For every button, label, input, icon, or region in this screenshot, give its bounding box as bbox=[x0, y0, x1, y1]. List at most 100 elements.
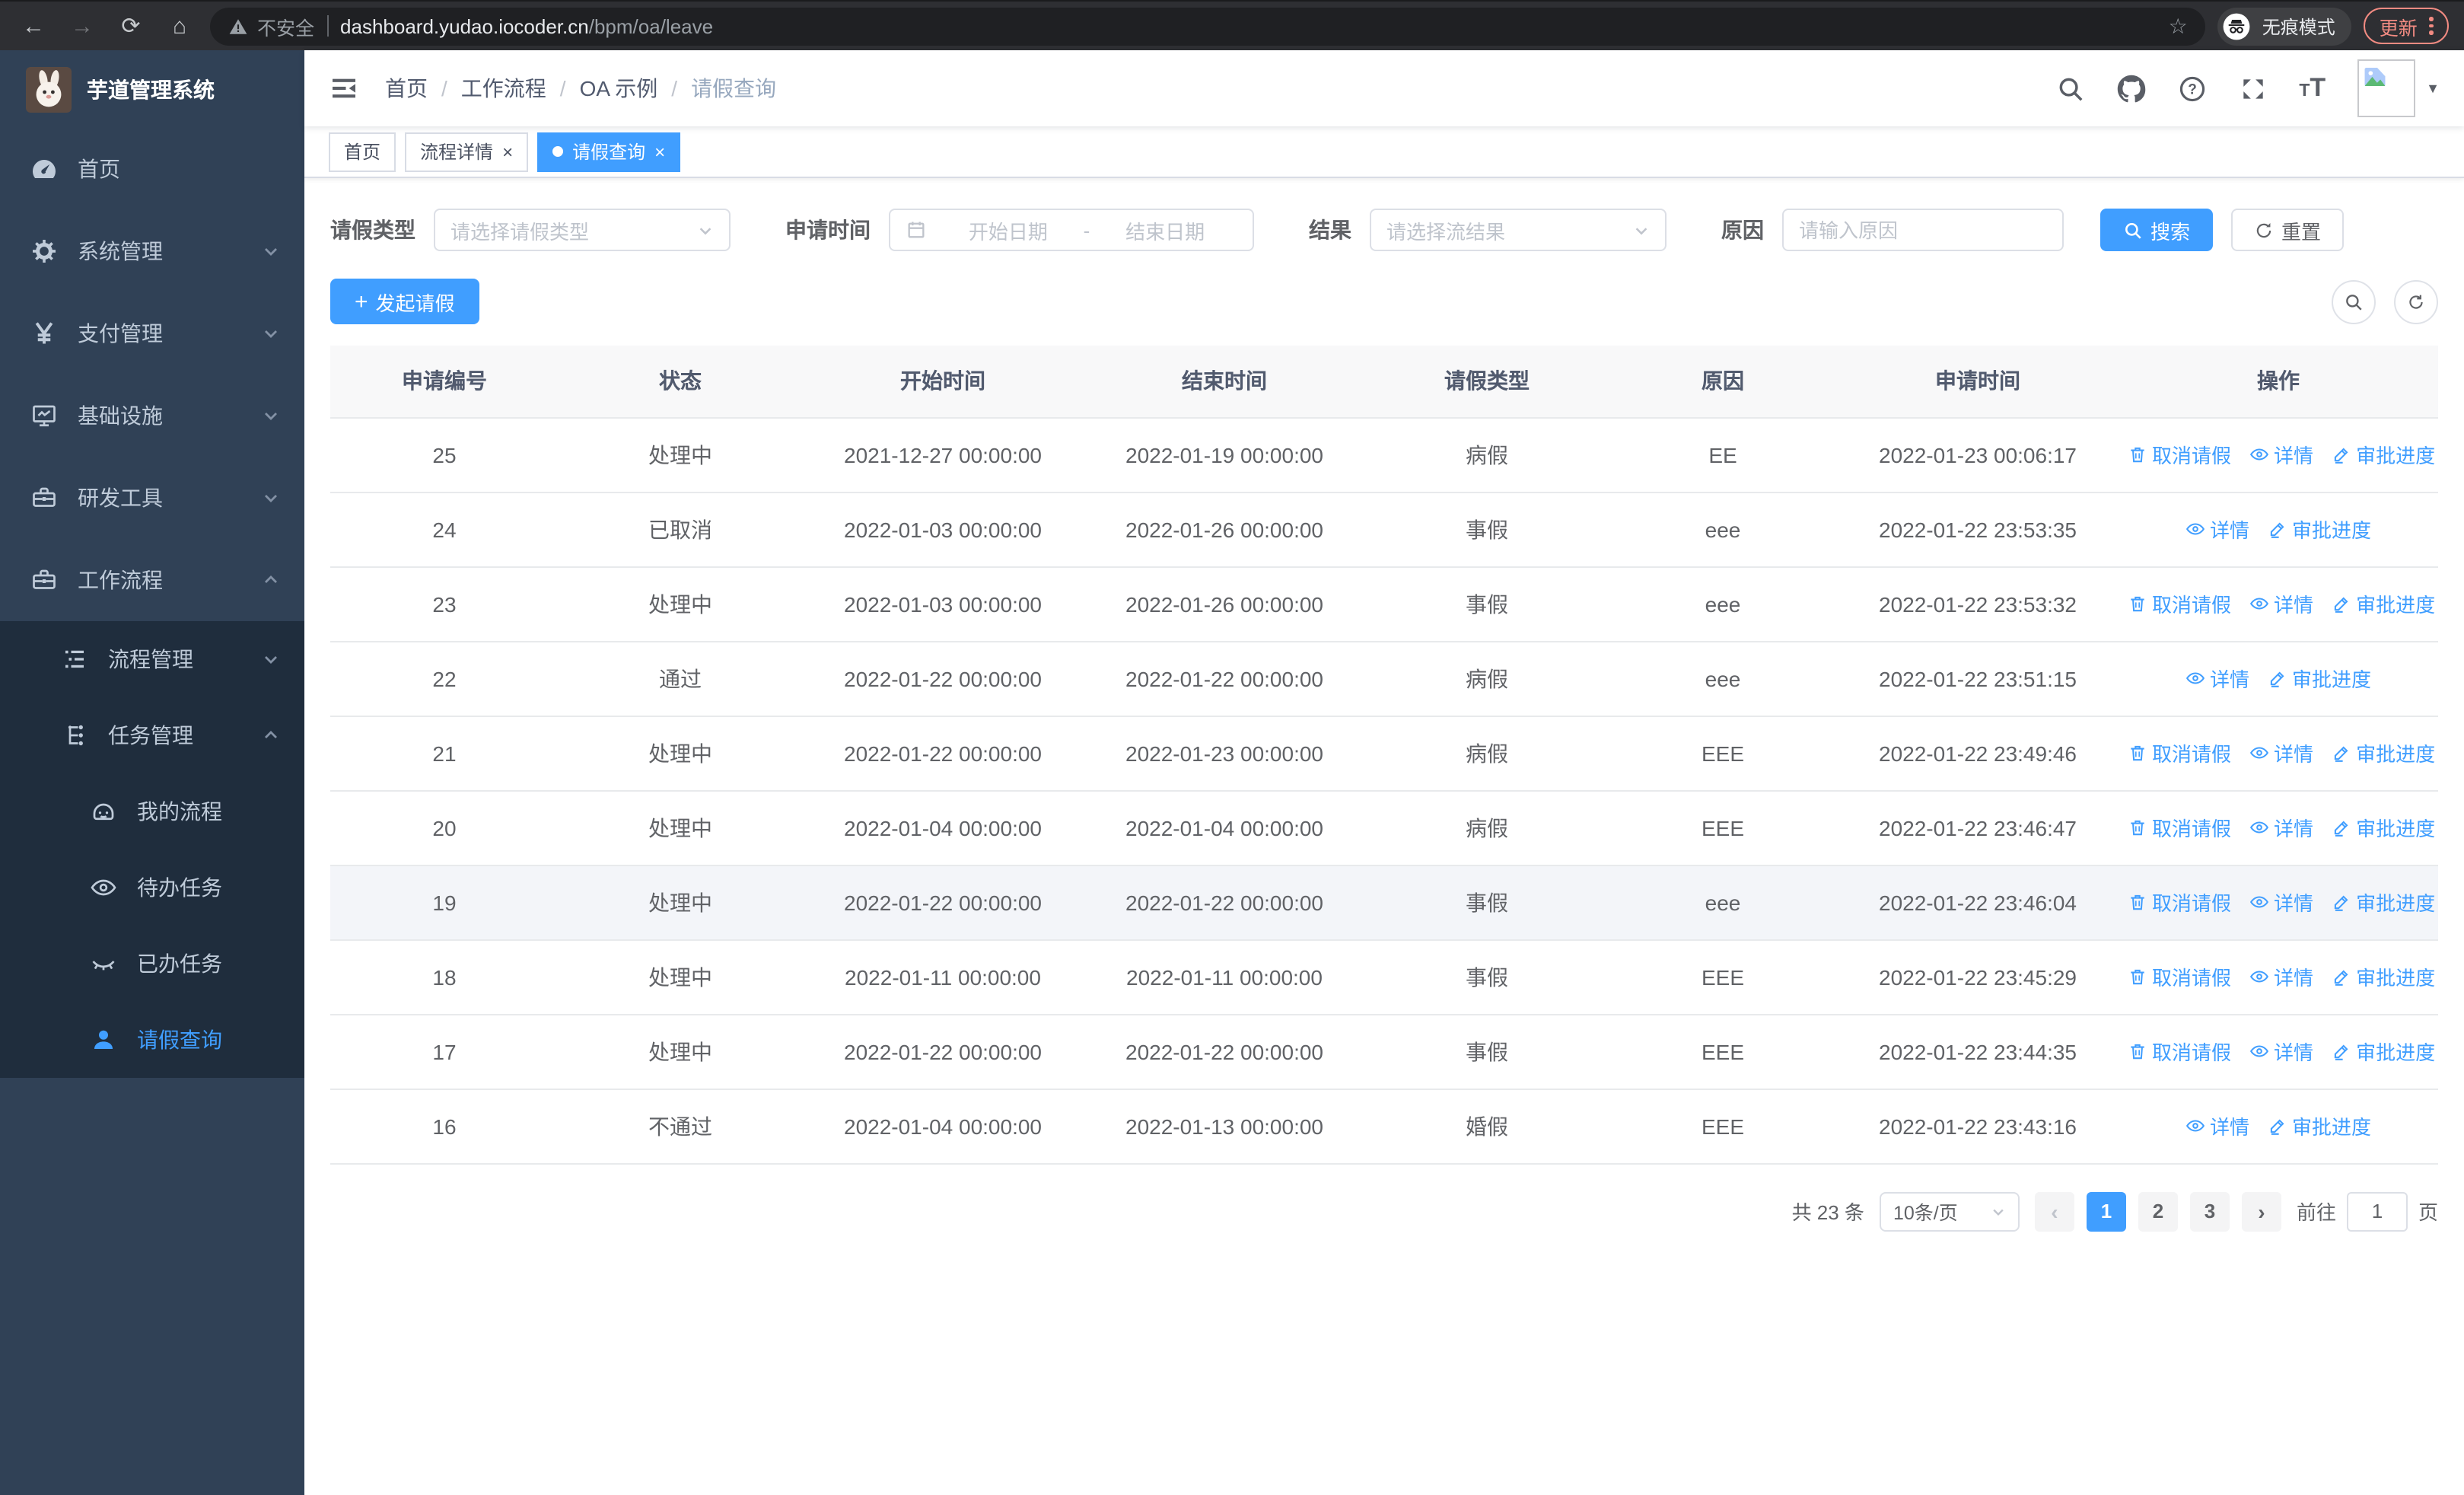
help-icon[interactable]: ? bbox=[2177, 74, 2206, 103]
sidebar-item-my-process[interactable]: 我的流程 bbox=[0, 773, 304, 850]
page-size-select[interactable]: 10条/页 bbox=[1879, 1191, 2020, 1231]
apply-time-range-picker[interactable]: 开始日期 - 结束日期 bbox=[889, 209, 1254, 251]
column-header: 请假类型 bbox=[1365, 346, 1609, 418]
progress-leave-link[interactable]: 审批进度 bbox=[2268, 1111, 2371, 1140]
tab-首页[interactable]: 首页 bbox=[329, 132, 396, 171]
breadcrumb-item[interactable]: 工作流程 bbox=[461, 73, 546, 104]
refresh-table-button[interactable] bbox=[2394, 279, 2438, 324]
detail-leave-link[interactable]: 详情 bbox=[2185, 664, 2249, 693]
sidebar-item-infrastructure[interactable]: 基础设施 bbox=[0, 375, 304, 457]
browser-menu-icon[interactable] bbox=[2429, 17, 2434, 35]
cancel-leave-link[interactable]: 取消请假 bbox=[2128, 738, 2231, 767]
github-icon[interactable] bbox=[2116, 74, 2145, 103]
tab-流程详情[interactable]: 流程详情 × bbox=[405, 132, 529, 171]
close-icon[interactable]: × bbox=[654, 142, 665, 161]
detail-leave-link[interactable]: 详情 bbox=[2185, 515, 2249, 543]
sidebar-item-todo-tasks[interactable]: 待办任务 bbox=[0, 850, 304, 926]
browser-forward-button[interactable]: → bbox=[64, 8, 100, 44]
browser-back-button[interactable]: ← bbox=[15, 8, 52, 44]
cell-apply-time: 2022-01-22 23:43:16 bbox=[1837, 1089, 2119, 1164]
breadcrumb-item[interactable]: 首页 bbox=[385, 73, 428, 104]
cell-leave-type: 病假 bbox=[1365, 417, 1609, 492]
page-button-3[interactable]: 3 bbox=[2189, 1191, 2230, 1231]
progress-leave-link[interactable]: 审批进度 bbox=[2332, 589, 2435, 618]
cancel-leave-link[interactable]: 取消请假 bbox=[2128, 1037, 2231, 1066]
leave-type-select[interactable]: 请选择请假类型 bbox=[434, 209, 731, 251]
progress-leave-link[interactable]: 审批进度 bbox=[2268, 515, 2371, 543]
reset-button[interactable]: 重置 bbox=[2231, 209, 2345, 251]
goto-label: 前往 bbox=[2296, 1201, 2336, 1224]
refresh-icon bbox=[2256, 222, 2271, 237]
breadcrumb-item[interactable]: OA 示例 bbox=[580, 73, 658, 104]
prev-page-button[interactable]: ‹ bbox=[2034, 1191, 2074, 1231]
detail-leave-link[interactable]: 详情 bbox=[2249, 738, 2313, 767]
search-button[interactable]: 搜索 bbox=[2100, 209, 2214, 251]
cancel-leave-link[interactable]: 取消请假 bbox=[2128, 962, 2231, 991]
cancel-leave-link[interactable]: 取消请假 bbox=[2128, 813, 2231, 842]
bookmark-star-icon[interactable]: ☆ bbox=[2169, 13, 2188, 39]
cell-start-time: 2022-01-03 00:00:00 bbox=[802, 566, 1084, 642]
chevron-down-icon bbox=[262, 324, 280, 343]
progress-leave-link[interactable]: 审批进度 bbox=[2332, 440, 2435, 469]
search-icon[interactable] bbox=[2055, 74, 2084, 103]
progress-leave-link[interactable]: 审批进度 bbox=[2268, 664, 2371, 693]
detail-leave-link[interactable]: 详情 bbox=[2249, 813, 2313, 842]
sidebar-item-process-management[interactable]: 流程管理 bbox=[0, 621, 304, 697]
sidebar-item-dev-tools[interactable]: 研发工具 bbox=[0, 457, 304, 539]
progress-leave-link[interactable]: 审批进度 bbox=[2332, 962, 2435, 991]
sidebar-item-home[interactable]: 首页 bbox=[0, 128, 304, 210]
filter-leave-type: 请假类型 请选择请假类型 bbox=[330, 209, 731, 251]
progress-leave-link[interactable]: 审批进度 bbox=[2332, 888, 2435, 916]
goto-page-input[interactable] bbox=[2346, 1191, 2408, 1231]
table-row: 17 处理中 2022-01-22 00:00:00 2022-01-22 00:00… bbox=[330, 1014, 2438, 1089]
fullscreen-icon[interactable] bbox=[2238, 74, 2267, 103]
result-select[interactable]: 请选择流结果 bbox=[1370, 209, 1667, 251]
detail-leave-link[interactable]: 详情 bbox=[2249, 440, 2313, 469]
detail-leave-link[interactable]: 详情 bbox=[2249, 1037, 2313, 1066]
sidebar-item-label: 已办任务 bbox=[137, 952, 222, 976]
progress-leave-link[interactable]: 审批进度 bbox=[2332, 813, 2435, 842]
sidebar-item-system-management[interactable]: 系统管理 bbox=[0, 210, 304, 292]
chevron-up-icon bbox=[262, 571, 280, 589]
reason-input[interactable] bbox=[1799, 218, 2047, 241]
font-size-icon[interactable]: TT bbox=[2299, 73, 2326, 104]
tab-请假查询[interactable]: 请假查询 × bbox=[537, 132, 681, 171]
page-button-2[interactable]: 2 bbox=[2138, 1191, 2178, 1231]
detail-leave-link[interactable]: 详情 bbox=[2249, 589, 2313, 618]
browser-home-button[interactable]: ⌂ bbox=[161, 8, 198, 44]
sidebar-item-workflow[interactable]: 工作流程 bbox=[0, 539, 304, 621]
cancel-leave-link[interactable]: 取消请假 bbox=[2128, 888, 2231, 916]
progress-leave-link[interactable]: 审批进度 bbox=[2332, 1037, 2435, 1066]
cancel-leave-link[interactable]: 取消请假 bbox=[2128, 589, 2231, 618]
cell-reason: EEE bbox=[1609, 1089, 1837, 1164]
delete-icon bbox=[2128, 967, 2147, 987]
cell-apply-time: 2022-01-22 23:53:35 bbox=[1837, 492, 2119, 567]
page-button-1[interactable]: 1 bbox=[2086, 1191, 2126, 1231]
breadcrumb-separator: / bbox=[671, 76, 678, 100]
page-suffix: 页 bbox=[2418, 1201, 2438, 1224]
action-label: 审批进度 bbox=[2356, 743, 2436, 766]
sidebar-item-payment-management[interactable]: 支付管理 bbox=[0, 292, 304, 375]
detail-leave-link[interactable]: 详情 bbox=[2249, 888, 2313, 916]
user-menu[interactable]: ▼ bbox=[2357, 59, 2440, 117]
sidebar-item-leave-query[interactable]: 请假查询 bbox=[0, 1002, 304, 1078]
sidebar-item-task-management[interactable]: 任务管理 bbox=[0, 697, 304, 773]
sidebar-item-done-tasks[interactable]: 已办任务 bbox=[0, 926, 304, 1002]
create-leave-button[interactable]: + 发起请假 bbox=[330, 279, 479, 324]
detail-leave-link[interactable]: 详情 bbox=[2185, 1111, 2249, 1140]
view-icon bbox=[2185, 1116, 2205, 1136]
chevron-down-icon bbox=[262, 406, 280, 425]
next-page-button[interactable]: › bbox=[2241, 1191, 2281, 1231]
address-bar[interactable]: 不安全 dashboard.yudao.iocoder.cn/bpm/oa/le… bbox=[210, 7, 2206, 45]
browser-update-button[interactable]: 更新 bbox=[2364, 8, 2449, 44]
not-secure-indicator[interactable]: 不安全 bbox=[228, 11, 314, 40]
eye-closed-icon bbox=[90, 950, 117, 977]
avatar[interactable] bbox=[2357, 59, 2416, 117]
cancel-leave-link[interactable]: 取消请假 bbox=[2128, 440, 2231, 469]
progress-leave-link[interactable]: 审批进度 bbox=[2332, 738, 2435, 767]
toggle-search-button[interactable] bbox=[2332, 279, 2376, 324]
sidebar-collapse-icon[interactable] bbox=[329, 73, 359, 104]
detail-leave-link[interactable]: 详情 bbox=[2249, 962, 2313, 991]
browser-reload-button[interactable]: ⟳ bbox=[113, 8, 149, 44]
close-icon[interactable]: × bbox=[502, 142, 513, 161]
